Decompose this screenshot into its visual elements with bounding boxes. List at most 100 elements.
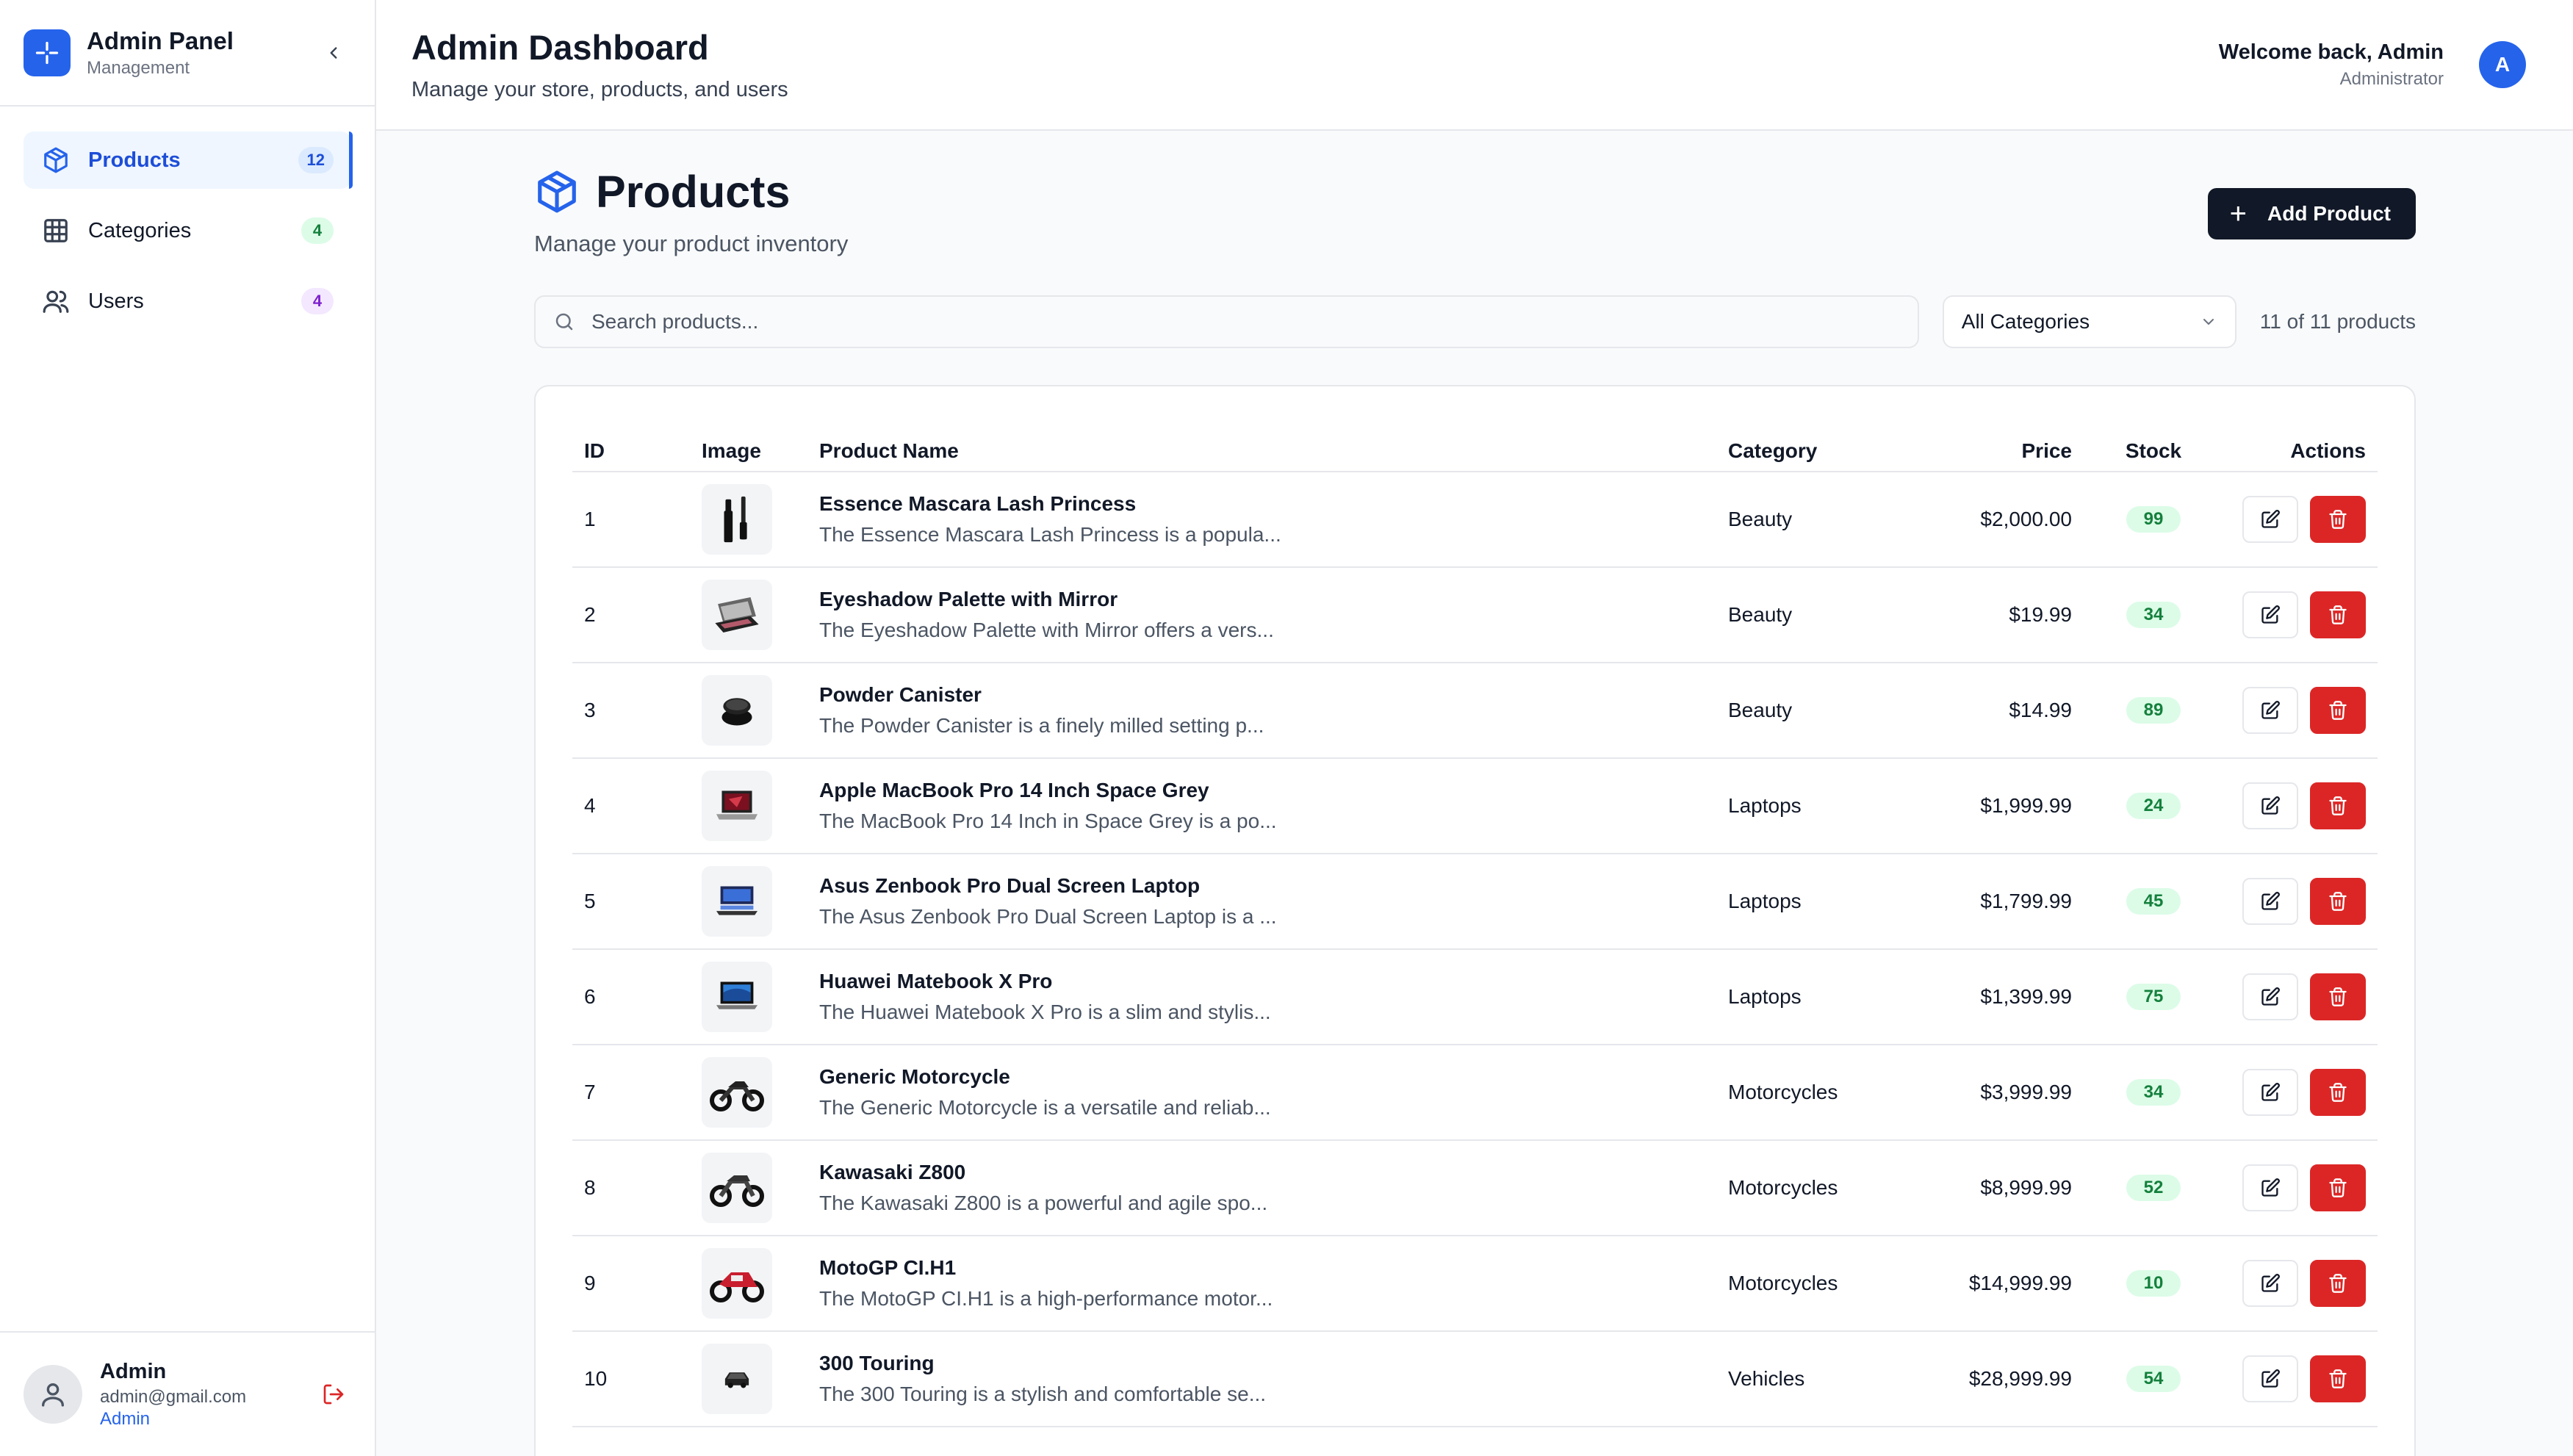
product-id: 1 [572,472,690,568]
trash-icon [2329,605,2347,624]
category-select[interactable]: All Categories [1942,295,2236,348]
trash-icon [2329,1178,2347,1197]
search-input[interactable] [591,310,1900,334]
product-id: 9 [572,1236,690,1332]
product-actions [2223,1236,2378,1332]
product-actions [2223,567,2378,663]
sidebar-item-label: Products [88,148,181,172]
column-header-id: ID [572,430,690,472]
product-name: Apple MacBook Pro 14 Inch Space Grey [819,779,1209,801]
table-row: 3 Powder Canister The Powder Canister is… [572,663,2378,759]
products-title-block: Products Manage your product inventory [534,166,848,257]
product-thumbnail-mascara [702,484,772,555]
product-stock-cell: 45 [2084,854,2223,950]
header-titles: Admin Dashboard Manage your store, produ… [411,27,788,102]
delete-product-button[interactable] [2310,973,2366,1020]
row-actions [2235,782,2366,829]
delete-product-button[interactable] [2310,1164,2366,1211]
add-product-button[interactable]: + Add Product [2207,188,2416,239]
edit-product-button[interactable] [2242,973,2298,1020]
trash-icon [2329,796,2347,815]
products-title-row: Products [534,166,848,217]
box-icon [538,170,576,213]
delete-product-button[interactable] [2310,1355,2366,1402]
delete-product-button[interactable] [2310,687,2366,734]
sparkle-logo-icon [24,29,71,76]
logout-button[interactable] [316,1377,351,1412]
product-name-cell: MotoGP CI.H1 The MotoGP CI.H1 is a high-… [807,1236,1716,1332]
product-image-cell [690,854,807,950]
product-name-cell: 300 Touring The 300 Touring is a stylish… [807,1331,1716,1427]
product-category: Laptops [1716,854,1937,950]
product-name: Eyeshadow Palette with Mirror [819,588,1118,610]
edit-product-button[interactable] [2242,496,2298,543]
product-description: The Kawasaki Z800 is a powerful and agil… [819,1192,1268,1214]
product-name-cell: Powder Canister The Powder Canister is a… [807,663,1716,759]
edit-product-button[interactable] [2242,1260,2298,1307]
product-stock-cell: 34 [2084,1045,2223,1141]
product-actions [2223,663,2378,759]
product-name-cell: Eyeshadow Palette with Mirror The Eyesha… [807,567,1716,663]
product-price: $1,399.99 [1937,949,2084,1045]
page-subtitle: Manage your store, products, and users [411,78,788,101]
product-stock-cell: 54 [2084,1331,2223,1427]
product-image-cell [690,1140,807,1236]
sidebar-item-categories[interactable]: Categories 4 [24,202,351,259]
trash-icon [2329,1369,2347,1388]
welcome-role: Administrator [2339,68,2444,89]
row-actions [2235,687,2366,734]
table-row: 2 Eyeshadow Palette with Mirror The Eyes… [572,567,2378,663]
product-thumbnail-palette [702,580,772,650]
edit-product-button[interactable] [2242,878,2298,925]
edit-product-button[interactable] [2242,1164,2298,1211]
table-row: 8 Kawasaki Z800 The Kawasaki Z800 is a p… [572,1140,2378,1236]
edit-product-button[interactable] [2242,687,2298,734]
delete-product-button[interactable] [2310,878,2366,925]
delete-product-button[interactable] [2310,782,2366,829]
sidebar-item-label: Users [88,289,144,313]
product-name-cell: Huawei Matebook X Pro The Huawei Mateboo… [807,949,1716,1045]
product-category: Laptops [1716,758,1937,854]
delete-product-button[interactable] [2310,1069,2366,1116]
collapse-sidebar-button[interactable] [316,35,351,71]
sidebar-item-label: Categories [88,218,192,242]
plus-icon: + [2229,198,2247,230]
edit-product-button[interactable] [2242,591,2298,638]
product-actions [2223,1331,2378,1427]
edit-product-button[interactable] [2242,1069,2298,1116]
product-name: Essence Mascara Lash Princess [819,492,1137,515]
header-avatar[interactable]: A [2479,41,2526,88]
product-category: Motorcycles [1716,1140,1937,1236]
sidebar-item-products[interactable]: Products 12 [24,131,353,189]
row-actions [2235,973,2366,1020]
row-actions [2235,591,2366,638]
search-icon [555,313,573,331]
delete-product-button[interactable] [2310,1260,2366,1307]
column-header-name: Product Name [807,430,1716,472]
user-icon [42,1383,65,1407]
sidebar-item-users[interactable]: Users 4 [24,273,351,330]
delete-product-button[interactable] [2310,496,2366,543]
stock-badge: 10 [2126,1270,2181,1297]
delete-product-button[interactable] [2310,591,2366,638]
product-description: The Powder Canister is a finely milled s… [819,714,1264,737]
product-stock-cell: 10 [2084,1236,2223,1332]
product-id: 6 [572,949,690,1045]
product-actions [2223,1045,2378,1141]
product-price: $1,799.99 [1937,854,2084,950]
product-image-cell [690,567,807,663]
user-role: Admin [100,1408,151,1429]
brand-title: Admin Panel [87,26,234,54]
category-select-value: All Categories [1961,310,2090,333]
products-header: Products Manage your product inventory +… [534,166,2416,257]
products-table-card: ID Image Product Name Category Price Sto… [534,385,2416,1456]
product-thumbnail-moto-dark [702,1153,772,1223]
product-thumbnail-laptop-red [702,771,772,841]
row-actions [2235,1069,2366,1116]
product-image-cell [690,663,807,759]
edit-product-button[interactable] [2242,782,2298,829]
edit-product-button[interactable] [2242,1355,2298,1402]
product-name: Asus Zenbook Pro Dual Screen Laptop [819,874,1201,897]
trash-icon [2329,892,2347,911]
product-description: The 300 Touring is a stylish and comfort… [819,1383,1267,1405]
